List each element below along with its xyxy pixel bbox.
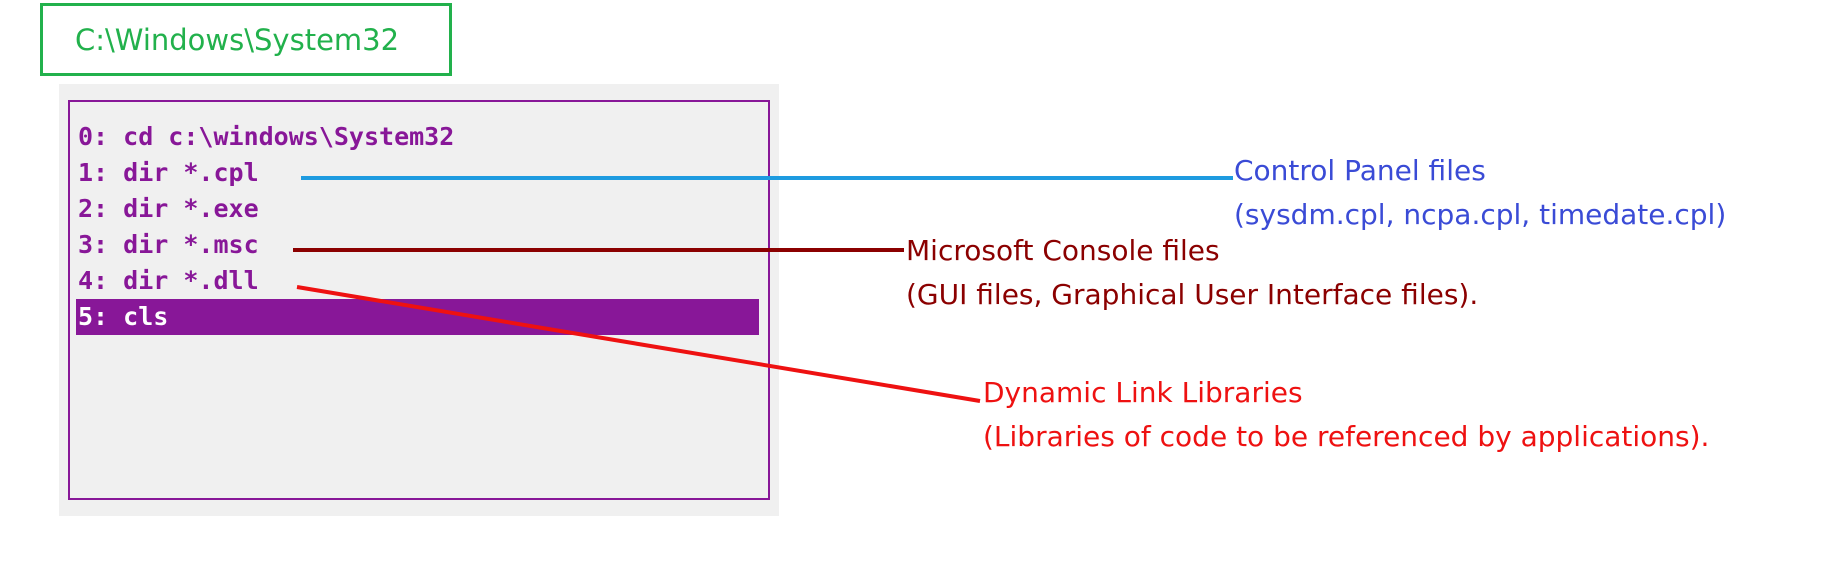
msc-annotation-title: Microsoft Console files xyxy=(906,234,1220,267)
history-item-1[interactable]: 1: dir *.cpl xyxy=(76,155,759,191)
history-item-0[interactable]: 0: cd c:\windows\System32 xyxy=(76,119,759,155)
current-directory-label: C:\Windows\System32 xyxy=(40,3,452,76)
dll-annotation-detail: (Libraries of code to be referenced by a… xyxy=(983,420,1710,453)
history-item-4[interactable]: 4: dir *.dll xyxy=(76,263,759,299)
cpl-annotation: Control Panel files (sysdm.cpl, ncpa.cpl… xyxy=(1234,149,1726,237)
history-item-2[interactable]: 2: dir *.exe xyxy=(76,191,759,227)
dll-annotation: Dynamic Link Libraries (Libraries of cod… xyxy=(983,371,1709,459)
history-item-5-selected[interactable]: 5: cls xyxy=(76,299,759,335)
history-item-3[interactable]: 3: dir *.msc xyxy=(76,227,759,263)
command-history-list: 0: cd c:\windows\System32 1: dir *.cpl 2… xyxy=(76,119,759,335)
msc-annotation: Microsoft Console files (GUI files, Grap… xyxy=(906,229,1478,317)
cpl-annotation-title: Control Panel files xyxy=(1234,154,1486,187)
dll-annotation-title: Dynamic Link Libraries xyxy=(983,376,1303,409)
msc-annotation-detail: (GUI files, Graphical User Interface fil… xyxy=(906,278,1479,311)
